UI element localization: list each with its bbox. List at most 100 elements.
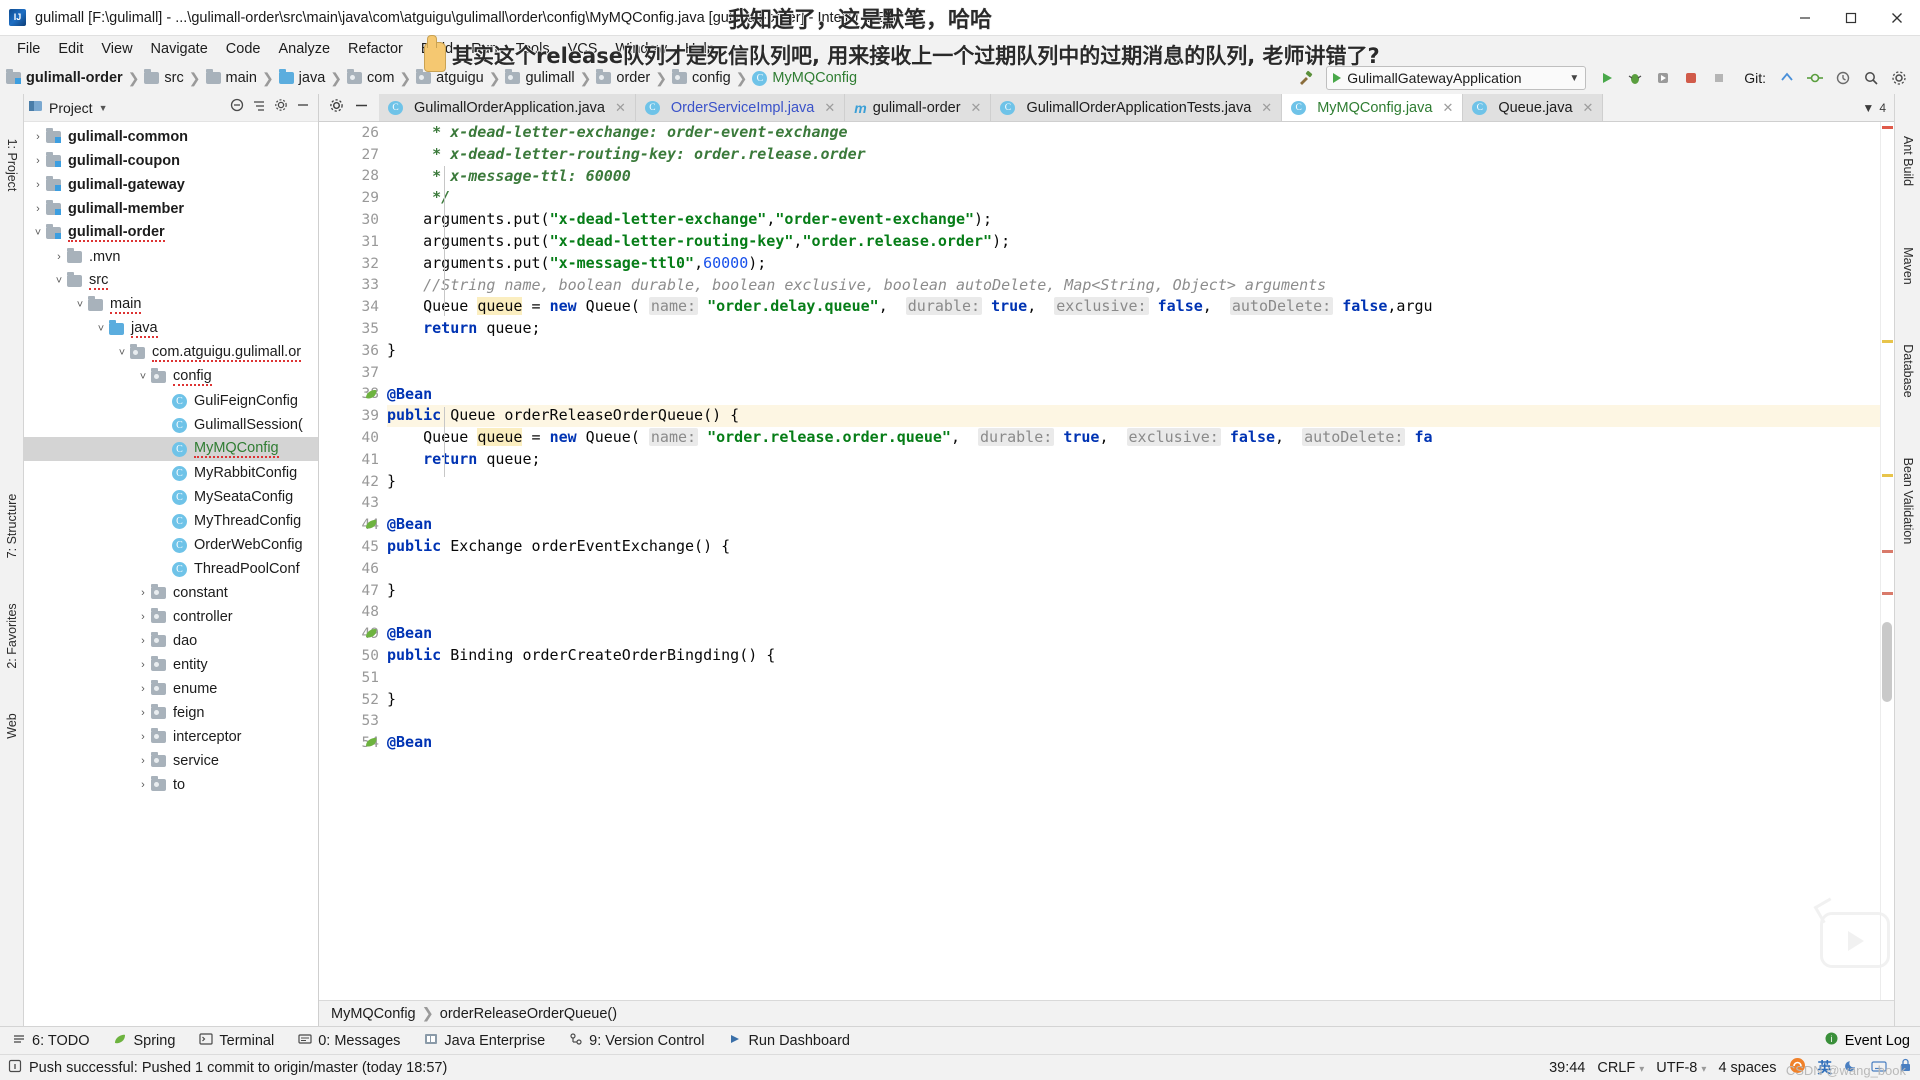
chevron-right-icon[interactable]: › (135, 683, 151, 695)
code-line[interactable]: return queue; (387, 318, 1880, 340)
line-number[interactable]: 36 (319, 340, 387, 362)
hide-panel-icon[interactable] (296, 98, 310, 117)
code-line[interactable]: } (387, 689, 1880, 711)
breadcrumb-src[interactable]: src (144, 69, 184, 86)
tree-item-main[interactable]: ˅ main (24, 293, 318, 317)
tree-item-feign[interactable]: › feign (24, 701, 318, 725)
sidebar-item-structure[interactable]: 7: Structure (5, 494, 19, 559)
line-number[interactable]: 43 (319, 493, 387, 515)
chevron-right-icon[interactable]: › (30, 155, 46, 167)
close-icon[interactable]: ✕ (1583, 100, 1594, 116)
chevron-down-icon[interactable]: ˅ (51, 275, 67, 287)
ime-chinese-icon[interactable]: 英 (1818, 1057, 1833, 1078)
line-number[interactable]: 48 (319, 602, 387, 624)
file-encoding[interactable]: UTF-8 ▾ (1656, 1060, 1706, 1076)
breadcrumb-method-name[interactable]: orderReleaseOrderQueue() (440, 1006, 617, 1022)
line-number[interactable]: 46 (319, 558, 387, 580)
sidebar-item-favorites[interactable]: 2: Favorites (5, 603, 19, 668)
chevron-right-icon[interactable]: › (135, 587, 151, 599)
sogou-icon[interactable] (1789, 1057, 1806, 1078)
chevron-down-icon[interactable]: ˅ (135, 371, 151, 383)
tree-item-service[interactable]: › service (24, 749, 318, 773)
chevron-right-icon[interactable]: › (135, 731, 151, 743)
chevron-down-icon[interactable]: ˅ (30, 227, 46, 239)
tree-item-threadpoolconf[interactable]: C ThreadPoolConf (24, 557, 318, 581)
tree-item-gulimall-order[interactable]: ˅ gulimall-order (24, 221, 318, 245)
code-line[interactable]: } (387, 471, 1880, 493)
spring-bean-gutter-icon[interactable] (365, 518, 379, 532)
code-line[interactable]: * x-message-ttl: 60000 (387, 166, 1880, 188)
code-editor[interactable]: 2627282930313233343536373839404142434445… (319, 122, 1894, 1000)
chevron-right-icon[interactable]: › (135, 755, 151, 767)
code-line[interactable]: Queue queue = new Queue( name: "order.de… (387, 296, 1880, 318)
debug-button[interactable] (1622, 65, 1648, 91)
line-number[interactable]: 45 (319, 536, 387, 558)
caret-position[interactable]: 39:44 (1549, 1060, 1585, 1076)
chevron-down-icon[interactable]: ▼ (99, 103, 108, 113)
chevron-right-icon[interactable]: › (30, 179, 46, 191)
tree-item-mythreadconfig[interactable]: C MyThreadConfig (24, 509, 318, 533)
close-icon[interactable]: ✕ (1261, 100, 1272, 116)
tool-window-version-control[interactable]: 9: Version Control (557, 1027, 716, 1055)
tree-item-myseataconfig[interactable]: C MySeataConfig (24, 485, 318, 509)
git-update-icon[interactable] (1774, 65, 1800, 91)
menu-view[interactable]: View (92, 39, 141, 59)
lock-icon[interactable] (1899, 1058, 1912, 1077)
sidebar-item-maven[interactable]: Maven (1901, 247, 1915, 285)
indent-setting[interactable]: 4 spaces (1718, 1060, 1776, 1076)
line-number[interactable]: 33 (319, 275, 387, 297)
gear-icon[interactable] (274, 98, 288, 117)
code-line[interactable] (387, 667, 1880, 689)
tree-item-com-atguigu-gulimall-or[interactable]: ˅ com.atguigu.gulimall.or (24, 341, 318, 365)
line-number[interactable]: 52 (319, 689, 387, 711)
code-line[interactable]: * x-dead-letter-routing-key: order.relea… (387, 144, 1880, 166)
tree-item-enume[interactable]: › enume (24, 677, 318, 701)
hide-editor-icon[interactable] (354, 98, 369, 118)
tool-window-terminal[interactable]: Terminal (187, 1027, 286, 1055)
breadcrumb-gulimall[interactable]: gulimall (505, 69, 575, 86)
tree-item-gulimallsession[interactable]: C GulimallSession( (24, 413, 318, 437)
chevron-right-icon[interactable]: › (135, 707, 151, 719)
tree-item-gulimall-gateway[interactable]: › gulimall-gateway (24, 173, 318, 197)
project-tree[interactable]: › gulimall-common › gulimall-coupon › gulimal… (24, 122, 318, 1026)
sidebar-item-web[interactable]: Web (5, 713, 19, 738)
code-line[interactable] (387, 362, 1880, 384)
code-line[interactable]: */ (387, 187, 1880, 209)
code-line[interactable]: public Queue orderReleaseOrderQueue() { (387, 405, 1880, 428)
line-number[interactable]: 47 (319, 580, 387, 602)
keyboard-icon[interactable] (1871, 1059, 1887, 1077)
line-number[interactable]: 34 (319, 296, 387, 318)
menu-run[interactable]: Run (462, 39, 507, 59)
tree-item-mymqconfig[interactable]: C MyMQConfig (24, 437, 318, 461)
breadcrumb-order[interactable]: order (596, 69, 650, 86)
spring-bean-gutter-icon[interactable] (365, 388, 379, 402)
menu-refactor[interactable]: Refactor (339, 39, 412, 59)
code-line[interactable]: arguments.put("x-message-ttl0",60000); (387, 253, 1880, 275)
code-line[interactable] (387, 558, 1880, 580)
chevron-right-icon[interactable]: › (135, 611, 151, 623)
menu-analyze[interactable]: Analyze (269, 39, 339, 59)
line-number[interactable]: 31 (319, 231, 387, 253)
code-line[interactable] (387, 711, 1880, 733)
code-line[interactable]: public Binding orderCreateOrderBingding(… (387, 645, 1880, 667)
code-line[interactable]: Queue queue = new Queue( name: "order.re… (387, 427, 1880, 449)
vertical-scrollbar[interactable] (1882, 622, 1892, 702)
error-mark[interactable] (1882, 126, 1893, 129)
gear-icon[interactable] (329, 98, 344, 118)
tree-item-myrabbitconfig[interactable]: C MyRabbitConfig (24, 461, 318, 485)
breadcrumb-class-name[interactable]: MyMQConfig (331, 1006, 416, 1022)
settings-gear-icon[interactable] (1886, 65, 1912, 91)
warning-mark[interactable] (1882, 592, 1893, 595)
menu-vcs[interactable]: VCS (559, 39, 607, 59)
line-number[interactable]: 28 (319, 166, 387, 188)
code-line[interactable]: @Bean (387, 732, 1880, 754)
tool-window-todo[interactable]: 6: TODO (0, 1027, 101, 1055)
warning-mark[interactable] (1882, 550, 1893, 553)
tree-item-gulimall-member[interactable]: › gulimall-member (24, 197, 318, 221)
line-number[interactable]: 32 (319, 253, 387, 275)
chevron-right-icon[interactable]: › (30, 203, 46, 215)
line-number[interactable]: 26 (319, 122, 387, 144)
event-log-button[interactable]: i Event Log (1824, 1031, 1920, 1050)
line-number[interactable]: 35 (319, 318, 387, 340)
code-line[interactable]: } (387, 340, 1880, 362)
